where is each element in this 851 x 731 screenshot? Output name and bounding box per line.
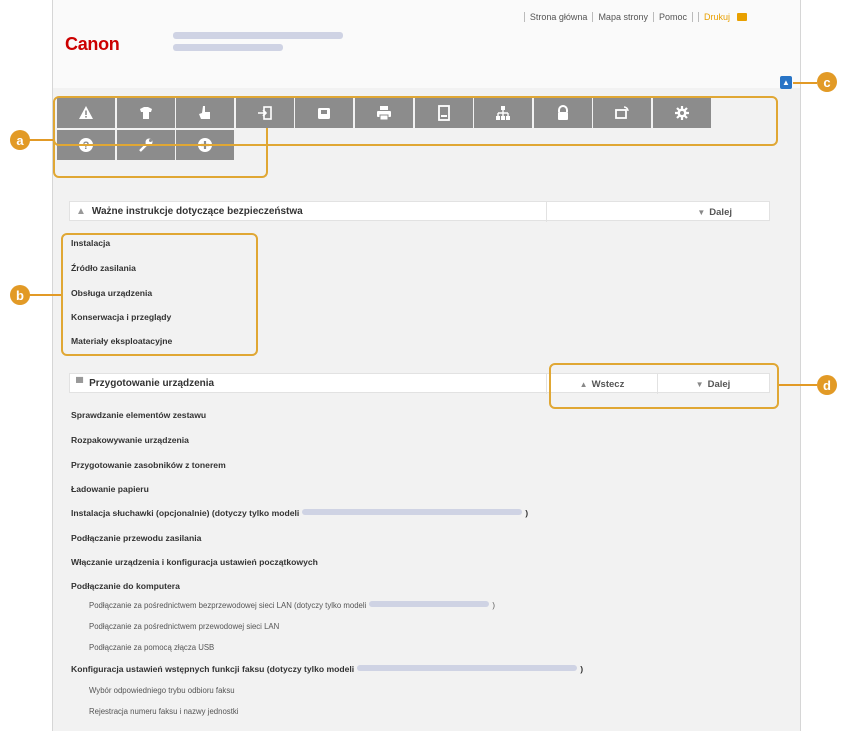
list-item[interactable]: Instalacja słuchawki (opcjonalnie) (doty…	[71, 508, 528, 518]
list-item[interactable]: Podłączanie do komputera	[71, 581, 180, 591]
list-item[interactable]: Sprawdzanie elementów zestawu	[71, 410, 206, 420]
callout-c-line	[793, 82, 817, 84]
list-item[interactable]: Ładowanie papieru	[71, 484, 149, 494]
nav-help-link[interactable]: Pomoc	[652, 12, 692, 22]
model-name-redacted	[173, 44, 283, 51]
header: Canon Strona główna Mapa strony Pomoc Druku…	[53, 0, 800, 88]
model-name-redacted	[357, 665, 578, 671]
callout-b-line	[28, 294, 61, 296]
callout-a-badge: a	[10, 130, 30, 150]
list-item[interactable]: Rozpakowywanie urządzenia	[71, 435, 189, 445]
triangle-down-icon: ▼	[697, 207, 706, 217]
list-item[interactable]: Przygotowanie zasobników z tonerem	[71, 460, 226, 470]
callout-a-frame-row2	[53, 128, 268, 178]
nav-sitemap-link[interactable]: Mapa strony	[592, 12, 653, 22]
list-item[interactable]: Podłączanie przewodu zasilania	[71, 533, 201, 543]
list-subitem[interactable]: Rejestracja numeru faksu i nazwy jednost…	[89, 707, 239, 716]
model-name-redacted	[302, 509, 523, 515]
list-item[interactable]: Konfiguracja ustawień wstępnych funkcji …	[71, 664, 583, 674]
section-title[interactable]: Przygotowanie urządzenia	[89, 378, 214, 389]
callout-b-badge: b	[10, 285, 30, 305]
callout-b-frame	[61, 233, 258, 356]
callout-c-badge: c	[817, 72, 837, 92]
list-item[interactable]: Włączanie urządzenia i konfiguracja usta…	[71, 557, 318, 567]
next-button[interactable]: ▼ Dalej	[546, 202, 768, 222]
print-icon	[737, 13, 747, 21]
list-subitem[interactable]: Podłączanie za pomocą złącza USB	[89, 643, 214, 652]
top-nav: Strona główna Mapa strony Pomoc Drukuj	[523, 12, 752, 22]
list-subitem[interactable]: Podłączanie za pośrednictwem przewodowej…	[89, 622, 279, 631]
list-subitem[interactable]: Wybór odpowiedniego trybu odbioru faksu	[89, 686, 235, 695]
nav-print-link[interactable]: Drukuj	[691, 12, 752, 22]
section-title[interactable]: Ważne instrukcje dotyczące bezpieczeństw…	[92, 206, 303, 217]
callout-d-frame	[549, 363, 779, 409]
model-name-redacted	[369, 601, 490, 607]
warning-icon: ▲	[76, 205, 86, 217]
callout-d-line	[779, 384, 817, 386]
nav-home-link[interactable]: Strona główna	[523, 12, 593, 22]
shirt-icon: ▀	[76, 377, 84, 389]
list-subitem[interactable]: Podłączanie za pośrednictwem bezprzewodo…	[89, 601, 495, 610]
scroll-top-button[interactable]: ▲	[780, 76, 792, 89]
callout-d-badge: d	[817, 375, 837, 395]
model-name-redacted	[173, 32, 343, 39]
section-safety-header: ▲ Ważne instrukcje dotyczące bezpieczeńs…	[69, 201, 770, 222]
canon-logo[interactable]: Canon	[65, 34, 120, 55]
callout-a-line	[28, 139, 53, 141]
section-nav: ▼ Dalej	[546, 202, 768, 222]
